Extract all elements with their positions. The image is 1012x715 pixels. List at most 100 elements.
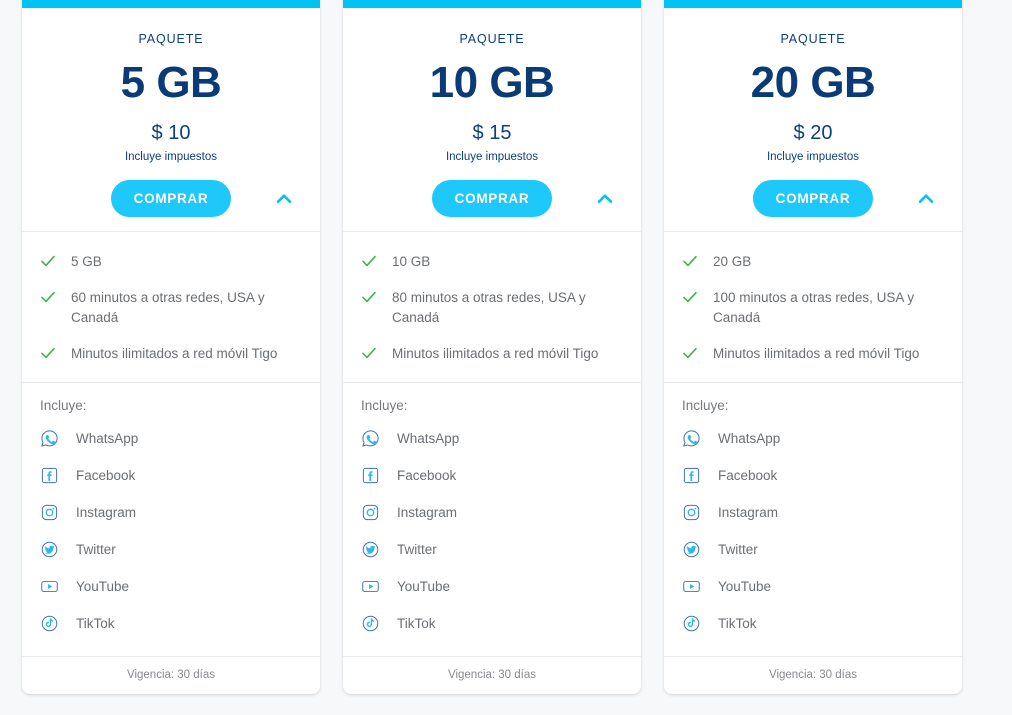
youtube-icon: [682, 577, 701, 596]
package-price: $ 20: [678, 122, 948, 145]
social-app-label: Instagram: [718, 505, 778, 520]
feature-item: Minutos ilimitados a red móvil Tigo: [664, 336, 962, 372]
pricing-card: PAQUETE 10 GB $ 15 Incluye impuestos COMPRAR…: [343, 0, 641, 694]
tiktok-icon: [40, 614, 59, 633]
twitter-icon: [682, 540, 701, 559]
check-icon: [361, 253, 377, 269]
social-app-label: WhatsApp: [397, 431, 459, 446]
social-app-label: Twitter: [76, 542, 116, 557]
card-header: PAQUETE20 GB$ 20Incluye impuestosCOMPRAR: [664, 8, 962, 231]
buy-button[interactable]: COMPRAR: [432, 180, 553, 217]
instagram-icon: [40, 503, 59, 522]
social-app-item: TikTok: [664, 605, 962, 642]
social-app-label: TikTok: [76, 616, 115, 631]
twitter-icon: [40, 540, 59, 559]
chevron-up-icon[interactable]: [913, 186, 939, 212]
buy-row: COMPRAR: [36, 180, 306, 217]
social-app-item: Facebook: [22, 457, 320, 494]
validity-text: Vigencia: 30 días: [343, 657, 641, 694]
includes-section: Incluye: WhatsApp Facebook InstagramTwitter…: [343, 383, 641, 656]
feature-text: 100 minutos a otras redes, USA y Canadá: [713, 288, 946, 328]
youtube-icon: [361, 577, 380, 596]
package-label: PAQUETE: [36, 32, 306, 46]
social-app-item: YouTube: [664, 568, 962, 605]
social-app-item: YouTube: [343, 568, 641, 605]
check-icon: [682, 253, 698, 269]
includes-section: Incluye:WhatsAppFacebookInstagramTwitter…: [22, 383, 320, 656]
social-app-label: Facebook: [397, 468, 456, 483]
facebook-icon: [361, 466, 380, 485]
check-icon: [40, 253, 56, 269]
social-app-item: TikTok: [343, 605, 641, 642]
social-app-label: YouTube: [718, 579, 771, 594]
feature-item: Minutos ilimitados a red móvil Tigo: [22, 336, 320, 372]
chevron-up-icon[interactable]: [271, 186, 297, 212]
feature-text: 5 GB: [71, 252, 102, 272]
social-app-label: WhatsApp: [718, 431, 780, 446]
tiktok-icon: [361, 614, 380, 633]
feature-text: 10 GB: [392, 252, 430, 272]
card-header: PAQUETE 10 GB $ 15 Incluye impuestos COMPRAR: [343, 8, 641, 231]
whatsapp-icon: [361, 429, 380, 448]
check-icon: [40, 345, 56, 361]
validity-text: Vigencia: 30 días: [22, 657, 320, 694]
card-accent-bar: [343, 0, 641, 8]
buy-button[interactable]: COMPRAR: [111, 180, 232, 217]
includes-title: Incluye:: [664, 398, 962, 420]
chevron-up-icon[interactable]: [592, 186, 618, 212]
package-label: PAQUETE: [357, 32, 627, 46]
package-price: $ 15: [357, 122, 627, 145]
social-app-item: TikTok: [22, 605, 320, 642]
social-app-item: Instagram: [343, 494, 641, 531]
social-app-item: Facebook: [664, 457, 962, 494]
feature-text: 20 GB: [713, 252, 751, 272]
whatsapp-icon: [682, 429, 701, 448]
instagram-icon: [682, 503, 701, 522]
social-app-item: WhatsApp: [343, 420, 641, 457]
social-app-item: YouTube: [22, 568, 320, 605]
youtube-icon: [40, 577, 59, 596]
check-icon: [361, 345, 377, 361]
twitter-icon: [361, 540, 380, 559]
buy-button[interactable]: COMPRAR: [753, 180, 874, 217]
check-icon: [361, 289, 377, 305]
feature-text: Minutos ilimitados a red móvil Tigo: [71, 344, 277, 364]
facebook-icon: [682, 466, 701, 485]
social-app-label: WhatsApp: [76, 431, 138, 446]
social-app-item: Facebook: [343, 457, 641, 494]
social-app-label: Facebook: [718, 468, 777, 483]
social-app-label: Twitter: [718, 542, 758, 557]
package-size: 10 GB: [357, 60, 627, 106]
features-list: 20 GB 100 minutos a otras redes, USA y Ca…: [664, 232, 962, 382]
includes-section: Incluye: WhatsApp Facebook Instagram Twitter…: [664, 383, 962, 656]
package-label: PAQUETE: [678, 32, 948, 46]
feature-item: Minutos ilimitados a red móvil Tigo: [343, 336, 641, 372]
card-accent-bar: [664, 0, 962, 8]
pricing-cards-container: PAQUETE 5 GB $ 10 Incluye impuestos COMPRAR 5…: [0, 0, 984, 694]
buy-row: COMPRAR: [357, 180, 627, 217]
social-app-label: Instagram: [76, 505, 136, 520]
feature-item: 5 GB: [22, 244, 320, 280]
feature-text: 60 minutos a otras redes, USA y Canadá: [71, 288, 304, 328]
instagram-icon: [361, 503, 380, 522]
includes-title: Incluye:: [343, 398, 641, 420]
facebook-icon: [40, 466, 59, 485]
taxes-note: Incluye impuestos: [36, 151, 306, 163]
feature-text: Minutos ilimitados a red móvil Tigo: [392, 344, 598, 364]
social-app-item: Instagram: [664, 494, 962, 531]
tiktok-icon: [682, 614, 701, 633]
feature-item: 80 minutos a otras redes, USA y Canadá: [343, 280, 641, 336]
social-app-label: Facebook: [76, 468, 135, 483]
check-icon: [682, 289, 698, 305]
package-price: $ 10: [36, 122, 306, 145]
buy-row: COMPRAR: [678, 180, 948, 217]
social-app-item: Instagram: [22, 494, 320, 531]
package-size: 5 GB: [36, 60, 306, 106]
taxes-note: Incluye impuestos: [357, 151, 627, 163]
social-app-item: Twitter: [343, 531, 641, 568]
pricing-card: PAQUETE 5 GB $ 10 Incluye impuestos COMPRAR 5…: [22, 0, 320, 694]
social-app-item: Twitter: [664, 531, 962, 568]
social-app-label: TikTok: [397, 616, 436, 631]
feature-item: 60 minutos a otras redes, USA y Canadá: [22, 280, 320, 336]
taxes-note: Incluye impuestos: [678, 151, 948, 163]
